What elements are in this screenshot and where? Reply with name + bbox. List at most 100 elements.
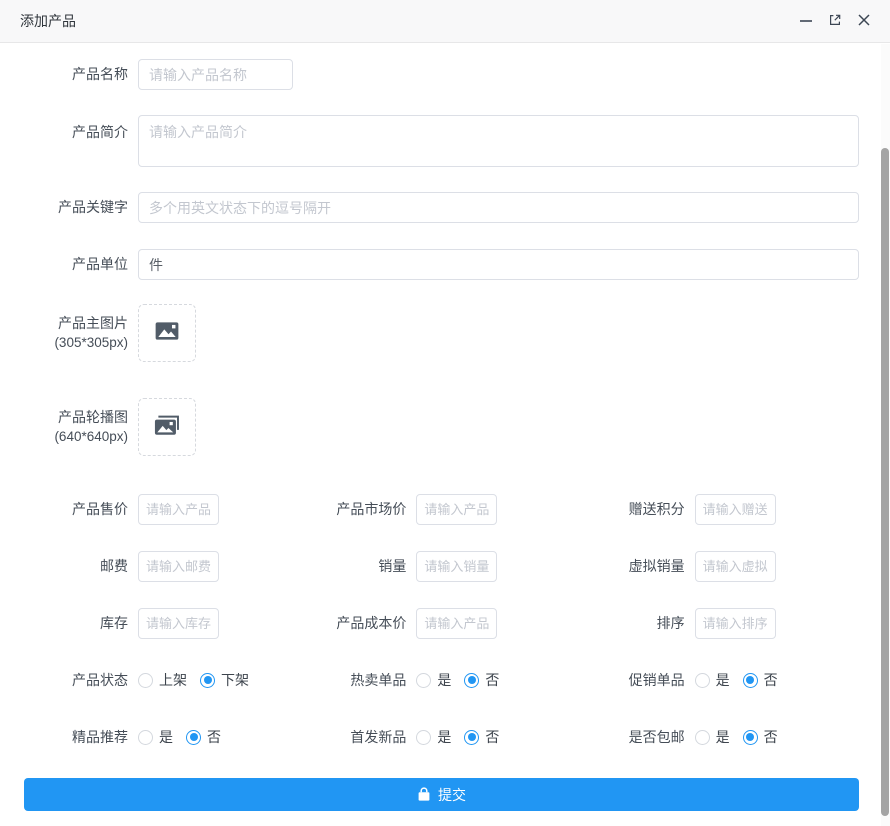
sort-input[interactable] bbox=[695, 608, 776, 639]
promo-item-label: 促销单品 bbox=[581, 671, 695, 689]
radio-circle-icon bbox=[186, 730, 201, 745]
virtual-sales-input[interactable] bbox=[695, 551, 776, 582]
minimize-button[interactable] bbox=[795, 10, 817, 32]
free-shipping-field: 是否包邮 是 否 bbox=[581, 727, 859, 747]
form-body: 产品名称 产品简介 产品关键字 产品单位 产品主图片 (305*305px) bbox=[0, 43, 890, 811]
carousel-image-row: 产品轮播图 (640*640px) bbox=[24, 398, 859, 456]
price-field: 产品售价 bbox=[24, 494, 302, 525]
scrollbar[interactable] bbox=[881, 44, 890, 826]
price-row: 产品售价 产品市场价 赠送积分 bbox=[24, 494, 859, 525]
radio-circle-icon bbox=[695, 673, 710, 688]
dialog-title: 添加产品 bbox=[20, 11, 795, 31]
first-new-radio-group: 是否 bbox=[416, 727, 512, 747]
radio-option-label: 是 bbox=[716, 670, 730, 690]
close-icon bbox=[857, 13, 871, 30]
product-intro-textarea[interactable] bbox=[138, 115, 859, 167]
radio-option-label: 否 bbox=[764, 727, 778, 747]
radio-option-selected[interactable]: 否 bbox=[464, 727, 499, 747]
product-unit-input[interactable] bbox=[138, 249, 859, 280]
radio-option-label: 下架 bbox=[221, 670, 249, 690]
radio-circle-icon bbox=[464, 730, 479, 745]
close-button[interactable] bbox=[853, 10, 875, 32]
product-name-label: 产品名称 bbox=[24, 65, 138, 83]
market-price-field: 产品市场价 bbox=[302, 494, 580, 525]
radio-circle-icon bbox=[416, 673, 431, 688]
titlebar: 添加产品 bbox=[0, 0, 890, 43]
radio-circle-icon bbox=[695, 730, 710, 745]
postage-label: 邮费 bbox=[24, 557, 138, 575]
minimize-icon bbox=[799, 13, 813, 30]
points-input[interactable] bbox=[695, 494, 776, 525]
stock-input[interactable] bbox=[138, 608, 219, 639]
postage-input[interactable] bbox=[138, 551, 219, 582]
images-icon bbox=[153, 412, 181, 443]
product-keywords-label: 产品关键字 bbox=[24, 198, 138, 216]
product-keywords-row: 产品关键字 bbox=[24, 192, 859, 223]
product-intro-label: 产品简介 bbox=[24, 115, 138, 141]
main-image-upload[interactable] bbox=[138, 304, 196, 362]
radio-option-label: 否 bbox=[485, 670, 499, 690]
market-price-input[interactable] bbox=[416, 494, 497, 525]
hot-item-label: 热卖单品 bbox=[302, 671, 416, 689]
product-unit-label: 产品单位 bbox=[24, 255, 138, 273]
sales-field: 销量 bbox=[302, 551, 580, 582]
status-row: 产品状态 上架下架 热卖单品 是否 促销单品 是否 bbox=[24, 670, 859, 690]
promo-item-radio-group: 是否 bbox=[695, 670, 791, 690]
radio-option-selected[interactable]: 否 bbox=[743, 670, 778, 690]
radio-circle-icon bbox=[138, 730, 153, 745]
main-image-label: 产品主图片 (305*305px) bbox=[24, 313, 138, 353]
radio-option-selected[interactable]: 下架 bbox=[200, 670, 249, 690]
cost-price-label: 产品成本价 bbox=[302, 614, 416, 632]
featured-row: 精品推荐 是否 首发新品 是否 是否包邮 是否 bbox=[24, 727, 859, 747]
radio-option-selected[interactable]: 否 bbox=[186, 727, 221, 747]
carousel-image-label: 产品轮播图 (640*640px) bbox=[24, 407, 138, 447]
maximize-button[interactable] bbox=[824, 10, 846, 32]
virtual-sales-field: 虚拟销量 bbox=[581, 551, 859, 582]
radio-option-label: 是 bbox=[159, 727, 173, 747]
carousel-image-upload[interactable] bbox=[138, 398, 196, 456]
product-name-input[interactable] bbox=[138, 59, 293, 90]
radio-option-unselected[interactable]: 是 bbox=[416, 727, 451, 747]
sales-input[interactable] bbox=[416, 551, 497, 582]
radio-option-label: 否 bbox=[485, 727, 499, 747]
radio-option-unselected[interactable]: 是 bbox=[695, 727, 730, 747]
featured-radio-group: 是否 bbox=[138, 727, 234, 747]
first-new-label: 首发新品 bbox=[302, 728, 416, 746]
radio-circle-icon bbox=[743, 730, 758, 745]
submit-row: 提交 bbox=[24, 778, 859, 811]
radio-circle-icon bbox=[200, 673, 215, 688]
main-image-row: 产品主图片 (305*305px) bbox=[24, 304, 859, 362]
postage-row: 邮费 销量 虚拟销量 bbox=[24, 551, 859, 582]
radio-option-label: 是 bbox=[716, 727, 730, 747]
market-price-label: 产品市场价 bbox=[302, 500, 416, 518]
radio-option-selected[interactable]: 否 bbox=[464, 670, 499, 690]
radio-option-unselected[interactable]: 是 bbox=[416, 670, 451, 690]
radio-option-label: 是 bbox=[437, 727, 451, 747]
radio-option-unselected[interactable]: 是 bbox=[695, 670, 730, 690]
radio-circle-icon bbox=[416, 730, 431, 745]
bag-icon bbox=[417, 787, 431, 802]
sort-label: 排序 bbox=[581, 614, 695, 632]
radio-circle-icon bbox=[138, 673, 153, 688]
featured-label: 精品推荐 bbox=[24, 728, 138, 746]
radio-option-label: 是 bbox=[437, 670, 451, 690]
product-keywords-input[interactable] bbox=[138, 192, 859, 223]
sales-label: 销量 bbox=[302, 557, 416, 575]
radio-circle-icon bbox=[464, 673, 479, 688]
radio-option-unselected[interactable]: 是 bbox=[138, 727, 173, 747]
radio-circle-icon bbox=[743, 673, 758, 688]
submit-button[interactable]: 提交 bbox=[24, 778, 859, 811]
radio-option-unselected[interactable]: 上架 bbox=[138, 670, 187, 690]
hot-item-field: 热卖单品 是 否 bbox=[302, 670, 580, 690]
product-name-row: 产品名称 bbox=[24, 59, 859, 90]
image-icon bbox=[154, 318, 180, 349]
scrollbar-thumb[interactable] bbox=[881, 148, 889, 816]
add-product-dialog: 添加产品 bbox=[0, 0, 890, 826]
sort-field: 排序 bbox=[581, 608, 859, 639]
free-shipping-label: 是否包邮 bbox=[581, 728, 695, 746]
cost-price-input[interactable] bbox=[416, 608, 497, 639]
radio-option-selected[interactable]: 否 bbox=[743, 727, 778, 747]
maximize-icon bbox=[827, 12, 843, 31]
postage-field: 邮费 bbox=[24, 551, 302, 582]
price-input[interactable] bbox=[138, 494, 219, 525]
